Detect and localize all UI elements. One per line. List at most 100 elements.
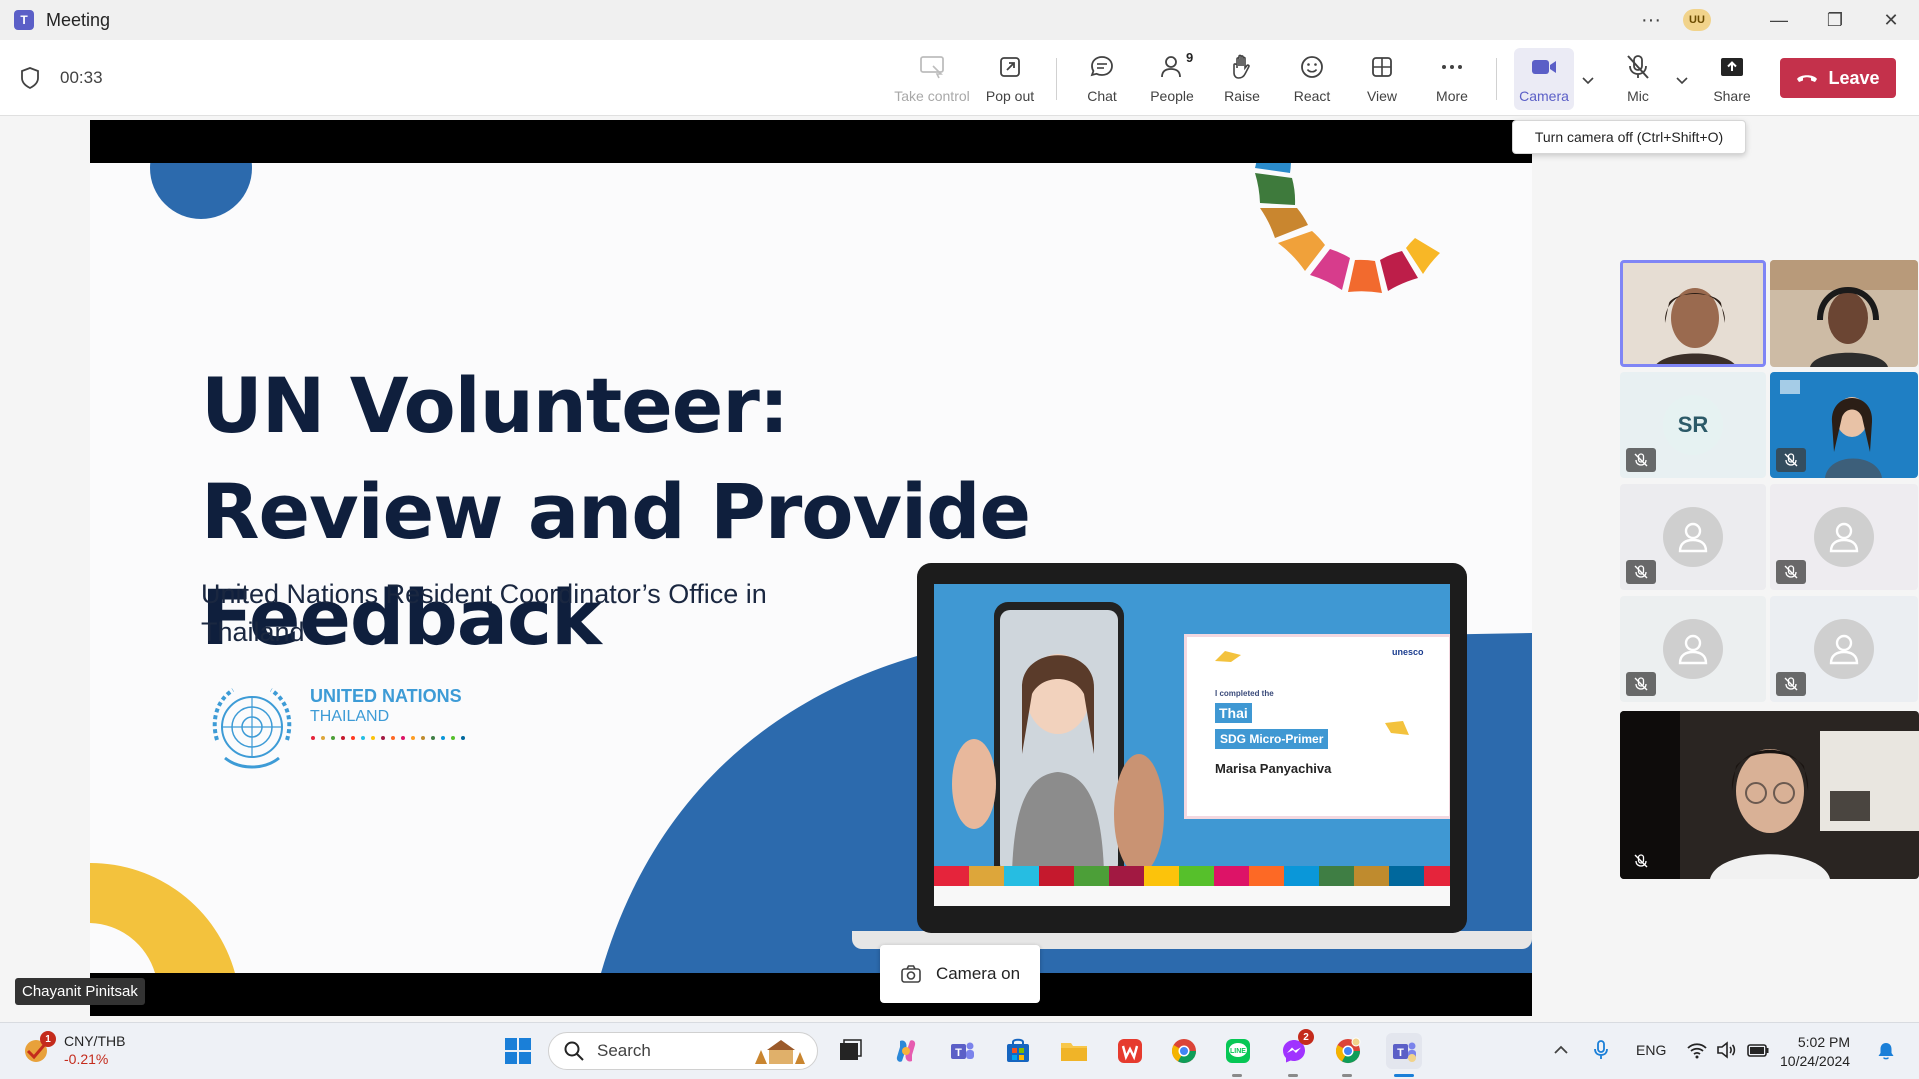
teams-active-icon: T [1393,1042,1416,1062]
windows-logo-icon [505,1038,531,1064]
store-icon [1007,1038,1029,1062]
chrome-profile-icon [1335,1037,1361,1064]
camera-icon [901,965,921,983]
muted-mic-icon [1626,560,1656,584]
line-icon: LINE [1226,1039,1250,1063]
camera-button[interactable]: Camera [1514,48,1574,110]
raise-hand-button[interactable]: Raise [1210,52,1274,108]
stock-widget[interactable]: 1 CNY/THB -0.21% [22,1031,125,1070]
certificate-line1: I completed the [1215,689,1274,698]
more-button[interactable]: More [1420,52,1484,108]
task-view-button[interactable] [832,1033,868,1069]
file-explorer-button[interactable] [1056,1033,1092,1069]
certificate-shape-decoration [1215,651,1241,662]
microphone-icon[interactable] [1592,1039,1610,1061]
copilot-icon [896,1040,916,1062]
un-emblem-icon [212,688,292,769]
participant-video-1 [1623,263,1763,364]
minimize-button[interactable]: — [1751,0,1807,40]
muted-mic-icon [1776,448,1806,472]
volume-icon[interactable] [1716,1040,1738,1060]
muted-mic-icon [1626,448,1656,472]
participant-tile-6[interactable] [1770,484,1918,590]
people-button[interactable]: 9 People [1140,50,1204,108]
chat-button[interactable]: Chat [1070,52,1134,108]
person-icon [1814,507,1874,567]
leave-button[interactable]: Leave [1780,58,1896,98]
people-icon: 9 [1160,50,1193,82]
grid-icon [1370,52,1394,82]
presentation-slide: UN Volunteer: Review and Provide Feedbac… [90,163,1532,973]
certificate-line3: SDG Micro-Primer [1215,729,1329,749]
participant-tile-7[interactable] [1620,596,1766,702]
more-options-icon[interactable]: ··· [1641,9,1661,32]
language-indicator[interactable]: ENG [1636,1042,1666,1058]
person-icon [1663,507,1723,567]
unesco-logo-text: unesco [1392,647,1424,657]
teams-icon: T [951,1042,974,1059]
muted-mic-icon [1626,849,1656,873]
chrome-icon [1171,1039,1196,1064]
restore-button[interactable]: ❐ [1807,0,1863,40]
messenger-button[interactable]: 2 [1276,1029,1314,1069]
user-avatar[interactable]: UU [1683,9,1711,31]
view-button[interactable]: View [1350,52,1414,108]
copilot-button[interactable] [888,1033,924,1069]
chat-icon [1089,52,1115,82]
meeting-toolbar: 00:33 Take control Pop out Chat 9 People… [0,40,1919,116]
laptop-illustration: unesco I completed the Thai SDG Micro-Pr… [917,563,1467,933]
un-logo-line2: THAILAND [310,708,390,725]
person-icon [1663,619,1723,679]
title-bar: T Meeting ··· UU — ❐ ✕ [0,0,1919,40]
store-button[interactable] [1000,1033,1036,1069]
wps-office-button[interactable] [1112,1033,1148,1069]
certificate-name: Marisa Panyachiva [1215,761,1332,776]
slide-subtitle: United Nations Resident Coordinator’s Of… [201,579,767,647]
svg-text:LINE: LINE [1230,1048,1246,1055]
take-control-button[interactable]: Take control [894,52,970,108]
sdg-strip-decoration [934,866,1450,906]
muted-mic-icon [1776,560,1806,584]
mic-options-chevron-icon[interactable] [1672,70,1692,90]
participant-tile-4[interactable] [1770,372,1918,478]
react-button[interactable]: React [1280,52,1344,108]
chevron-up-icon[interactable] [1552,1041,1570,1059]
share-button[interactable]: Share [1700,52,1764,108]
notification-bell-icon[interactable] [1876,1041,1896,1061]
chrome-profile-button[interactable] [1330,1033,1366,1069]
clock[interactable]: 5:02 PM 10/24/2024 [1780,1033,1850,1071]
pop-out-button[interactable]: Pop out [978,52,1042,108]
wps-icon [1118,1039,1142,1063]
participant-tile-8[interactable] [1770,596,1918,702]
start-button[interactable] [500,1033,536,1069]
chrome-button[interactable] [1166,1033,1202,1069]
folder-icon [1061,1043,1087,1061]
clock-time: 5:02 PM [1797,1034,1850,1050]
line-button[interactable]: LINE [1220,1033,1256,1069]
camera-on-button[interactable]: Camera on [880,945,1040,1003]
participant-tile-sr[interactable]: SR [1620,372,1766,478]
mic-button[interactable]: Mic [1606,52,1670,108]
wifi-icon[interactable] [1686,1040,1708,1060]
participant-tile-2[interactable] [1770,260,1918,367]
search-highlight-icon [755,1040,805,1064]
self-video-tile[interactable] [1620,711,1919,879]
taskbar-search[interactable]: Search [548,1032,818,1070]
hand-icon [1230,52,1254,82]
more-dots-icon [1440,52,1464,82]
participant-initials-avatar: SR [1663,395,1723,455]
shared-screen-stage[interactable]: UN Volunteer: Review and Provide Feedbac… [90,120,1532,1016]
battery-icon[interactable] [1746,1040,1770,1060]
svg-text:T: T [955,1047,962,1059]
close-button[interactable]: ✕ [1863,0,1919,40]
muted-mic-icon [1626,672,1656,696]
smiley-icon [1299,52,1325,82]
camera-options-chevron-icon[interactable] [1578,70,1598,90]
window-title: Meeting [46,9,111,30]
teams-taskbar-button[interactable]: T [944,1033,980,1069]
teams-active-button[interactable]: T [1386,1033,1422,1069]
un-logo-line1: UNITED NATIONS [310,686,462,706]
participant-tile-1[interactable] [1620,260,1766,367]
participant-tile-5[interactable] [1620,484,1766,590]
participant-video-2 [1770,260,1918,367]
